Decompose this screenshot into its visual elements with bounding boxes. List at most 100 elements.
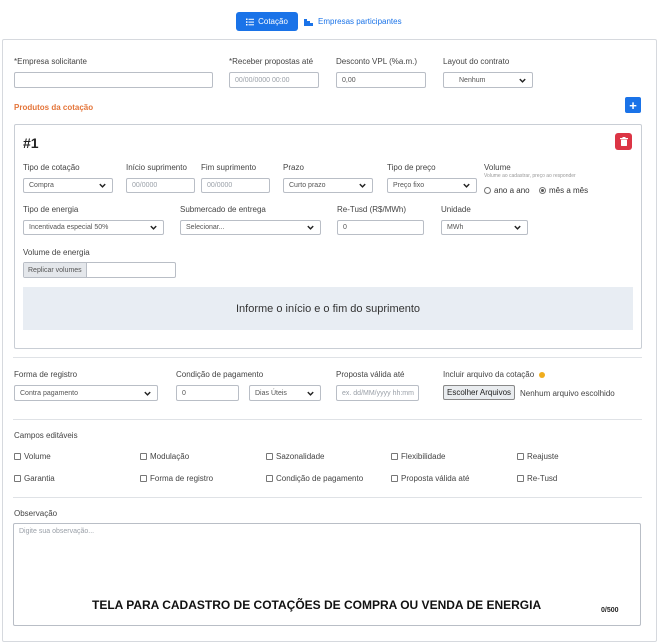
fim-input[interactable]: 00/0000 <box>201 178 270 193</box>
checkbox-retusd[interactable]: Re-Tusd <box>517 474 557 483</box>
unidade-label: Unidade <box>441 205 471 214</box>
desconto-label: Desconto VPL (%a.m.) <box>336 57 418 66</box>
tipo-cotacao-select[interactable]: Compra <box>23 178 113 193</box>
volume-label: Volume <box>484 163 511 172</box>
tipo-preco-select[interactable]: Preço fixo <box>387 178 477 193</box>
volume-opt1-label: ano a ano <box>494 186 530 195</box>
screen-caption: TELA PARA CADASTRO DE COTAÇÕES DE COMPRA… <box>92 598 542 612</box>
layout-value: Nenhum <box>459 76 486 84</box>
submercado-select[interactable]: Selecionar... <box>180 220 321 235</box>
tipo-preco-value: Preço fixo <box>393 182 425 189</box>
validade-input[interactable]: ex. dd/MM/yyyy hh:mm <box>336 385 419 401</box>
checkbox-icon <box>14 453 21 460</box>
tipo-energia-select[interactable]: Incentivada especial 50% <box>23 220 164 235</box>
checkbox-label: Modulação <box>150 452 190 461</box>
produtos-title: Produtos da cotação <box>14 103 94 112</box>
chevron-down-icon <box>359 183 366 188</box>
replicar-group: Replicar volumes <box>23 262 176 278</box>
campos-title: Campos editáveis <box>14 431 78 440</box>
radio-icon <box>484 187 491 194</box>
inicio-input[interactable]: 00/0000 <box>126 178 195 193</box>
divider <box>13 419 642 420</box>
checkbox-label: Forma de registro <box>150 474 214 483</box>
tipo-cotacao-label: Tipo de cotação <box>23 163 80 172</box>
chevron-down-icon <box>307 225 314 230</box>
condicao-label: Condição de pagamento <box>176 370 264 379</box>
unidade-select[interactable]: MWh <box>441 220 528 235</box>
checkbox-icon <box>140 475 147 482</box>
desconto-value: 0,00 <box>342 76 356 84</box>
checkbox-reajuste[interactable]: Reajuste <box>517 452 559 461</box>
arquivo-label-group: Incluir arquivo da cotação <box>443 370 546 379</box>
volume-radio-mes[interactable]: mês a mês <box>539 186 588 195</box>
volume-hint: Volume ao cadastrar, preço ao responder <box>484 173 576 179</box>
checkbox-garantia[interactable]: Garantia <box>14 474 55 483</box>
submercado-value: Selecionar... <box>186 224 225 231</box>
checkbox-icon <box>391 453 398 460</box>
submercado-label: Submercado de entrega <box>180 205 266 214</box>
checkbox-label: Flexibilidade <box>401 452 446 461</box>
tipo-cotacao-value: Compra <box>29 182 54 189</box>
checkbox-label: Condição de pagamento <box>276 474 364 483</box>
layout-select[interactable]: Nenhum <box>443 72 533 88</box>
tab-empresas[interactable]: Empresas participantes <box>304 12 402 31</box>
checkbox-icon <box>266 453 273 460</box>
checkbox-flexibilidade[interactable]: Flexibilidade <box>391 452 445 461</box>
receber-input[interactable]: 00/00/0000 00:00 <box>229 72 319 88</box>
trash-icon <box>619 137 628 146</box>
chevron-down-icon <box>519 78 526 83</box>
delete-product-button[interactable] <box>615 133 632 150</box>
divider <box>13 357 642 358</box>
tipo-energia-value: Incentivada especial 50% <box>29 224 109 231</box>
chevron-down-icon <box>463 183 470 188</box>
checkbox-condicao-pagamento[interactable]: Condição de pagamento <box>266 474 363 483</box>
layout-label: Layout do contrato <box>443 57 510 66</box>
retusd-label: Re-Tusd (R$/MWh) <box>337 205 407 214</box>
volume-opt2-label: mês a mês <box>549 186 589 195</box>
empresa-label: *Empresa solicitante <box>14 57 87 66</box>
checkbox-label: Sazonalidade <box>276 452 325 461</box>
condicao-unit-select[interactable]: Dias Úteis <box>249 385 321 401</box>
checkbox-icon <box>517 453 524 460</box>
divider <box>13 497 642 498</box>
volume-radio-ano[interactable]: ano a ano <box>484 186 530 195</box>
fim-placeholder: 00/0000 <box>207 182 233 189</box>
chevron-down-icon <box>514 225 521 230</box>
checkbox-modulacao[interactable]: Modulação <box>140 452 189 461</box>
checkbox-proposta-valida[interactable]: Proposta válida até <box>391 474 470 483</box>
observacao-placeholder: Digite sua observação... <box>19 528 95 535</box>
tab-bar: Cotação Empresas participantes <box>0 0 659 40</box>
prazo-value: Curto prazo <box>289 182 326 189</box>
add-product-button[interactable]: + <box>625 97 641 113</box>
retusd-input[interactable]: 0 <box>337 220 424 235</box>
desconto-input[interactable]: 0,00 <box>336 72 426 88</box>
checkbox-icon <box>14 475 21 482</box>
observacao-label: Observação <box>14 509 58 518</box>
condicao-unit-value: Dias Úteis <box>255 389 287 397</box>
list-icon <box>246 18 255 25</box>
tab-cotacao[interactable]: Cotação <box>236 12 298 31</box>
inicio-placeholder: 00/0000 <box>132 182 158 189</box>
arquivo-label: Incluir arquivo da cotação <box>443 370 535 379</box>
arquivo-status: Nenhum arquivo escolhido <box>520 389 615 398</box>
checkbox-icon <box>517 475 524 482</box>
replicar-button[interactable]: Replicar volumes <box>24 263 87 277</box>
checkbox-label: Volume <box>24 452 51 461</box>
radio-selected-icon <box>539 187 546 194</box>
condicao-input[interactable]: 0 <box>176 385 239 401</box>
replicar-input[interactable] <box>87 263 175 277</box>
info-icon <box>539 371 546 378</box>
tipo-energia-label: Tipo de energia <box>23 205 79 214</box>
checkbox-volume[interactable]: Volume <box>14 452 51 461</box>
validade-label: Proposta válida até <box>336 370 405 379</box>
checkbox-label: Reajuste <box>527 452 559 461</box>
choose-file-button[interactable]: Escolher Arquivos <box>443 385 516 400</box>
checkbox-forma-registro[interactable]: Forma de registro <box>140 474 213 483</box>
empresa-input[interactable] <box>14 72 213 88</box>
forma-registro-select[interactable]: Contra pagamento <box>14 385 158 401</box>
info-message: Informe o início e o fim do suprimento <box>23 287 633 330</box>
prazo-select[interactable]: Curto prazo <box>283 178 373 193</box>
checkbox-sazonalidade[interactable]: Sazonalidade <box>266 452 324 461</box>
item-number: #1 <box>23 135 39 151</box>
prazo-label: Prazo <box>283 163 304 172</box>
